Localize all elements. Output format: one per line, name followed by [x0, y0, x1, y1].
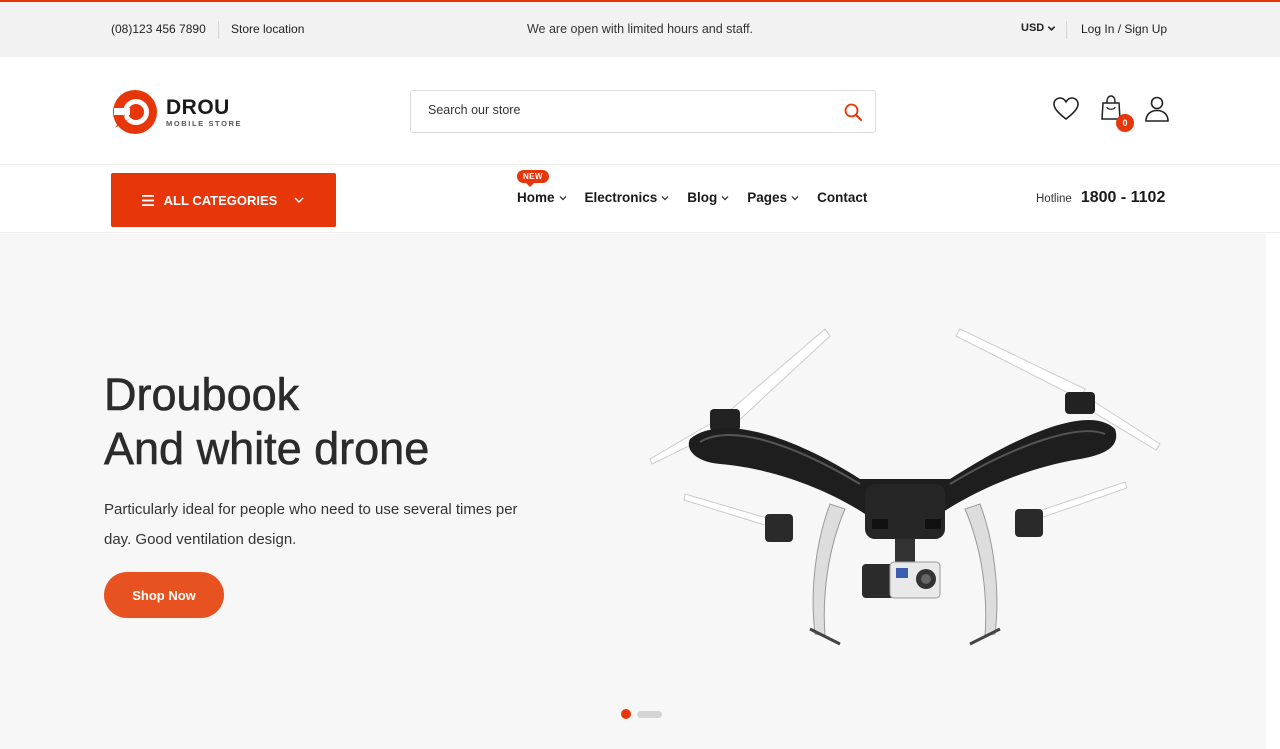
site-header: DROU MOBILE STORE 0	[0, 57, 1280, 165]
user-icon[interactable]	[1143, 95, 1171, 123]
nav-item-contact[interactable]: Contact	[817, 190, 867, 205]
main-navigation: ALL CATEGORIES NEW Home Electronics Blog…	[0, 165, 1280, 233]
menu-icon	[141, 194, 154, 206]
shop-now-button[interactable]: Shop Now	[104, 572, 224, 618]
chevron-down-icon	[791, 195, 799, 200]
menu-bar: NEW Home Electronics Blog Pages Contact	[517, 170, 867, 205]
currency-selector[interactable]: USD	[1021, 22, 1056, 34]
chevron-down-icon	[559, 195, 566, 200]
hotline-number[interactable]: 1800 - 1102	[1081, 189, 1166, 207]
top-bar: (08)123 456 7890 Store location We are o…	[0, 0, 1280, 57]
drone-product-image	[649, 328, 1161, 646]
login-signup-link[interactable]: Log In / Sign Up	[1081, 22, 1167, 36]
divider	[1066, 21, 1067, 39]
nav-item-label: Blog	[687, 190, 718, 205]
heart-icon[interactable]	[1052, 95, 1080, 123]
nav-item-label: Pages	[747, 190, 788, 205]
hotline-label: Hotline	[1036, 193, 1072, 205]
nav-item-home[interactable]: NEW Home	[517, 170, 567, 205]
logo[interactable]: DROU MOBILE STORE	[111, 88, 242, 136]
search-box	[410, 90, 876, 133]
hero-title-line-2: And white drone	[104, 423, 430, 475]
hotline: Hotline 1800 - 1102	[1036, 189, 1165, 207]
hero-description: Particularly ideal for people who need t…	[104, 501, 518, 548]
hero-title: Droubook And white drone	[104, 368, 430, 476]
all-categories-label: ALL CATEGORIES	[163, 192, 278, 208]
cart-count-badge: 0	[1116, 114, 1134, 132]
new-badge: NEW	[517, 170, 549, 187]
currency-label: USD	[1021, 22, 1045, 34]
nav-item-electronics[interactable]: Electronics	[585, 190, 670, 205]
hero-title-line-1: Droubook	[104, 369, 300, 421]
slide-dot-2[interactable]	[637, 710, 662, 718]
chevron-down-icon	[1048, 25, 1056, 31]
nav-item-blog[interactable]: Blog	[687, 190, 729, 205]
hero-slider: Droubook And white drone Particularly id…	[0, 234, 1266, 749]
logo-mark-icon	[113, 90, 157, 134]
all-categories-button[interactable]: ALL CATEGORIES	[111, 173, 336, 227]
logo-tagline: MOBILE STORE	[166, 118, 243, 128]
nav-item-label: Contact	[817, 190, 868, 205]
slide-dot-1[interactable]	[621, 709, 631, 719]
nav-item-pages[interactable]: Pages	[747, 190, 799, 205]
search-input[interactable]	[428, 103, 828, 117]
nav-item-label: Electronics	[584, 190, 658, 205]
slider-pagination	[621, 709, 662, 719]
nav-item-label: Home	[517, 190, 555, 205]
logo-name: DROU	[166, 95, 230, 119]
search-icon[interactable]	[843, 102, 863, 122]
chevron-down-icon	[294, 197, 304, 203]
chevron-down-icon	[661, 195, 669, 200]
chevron-down-icon	[721, 195, 729, 200]
